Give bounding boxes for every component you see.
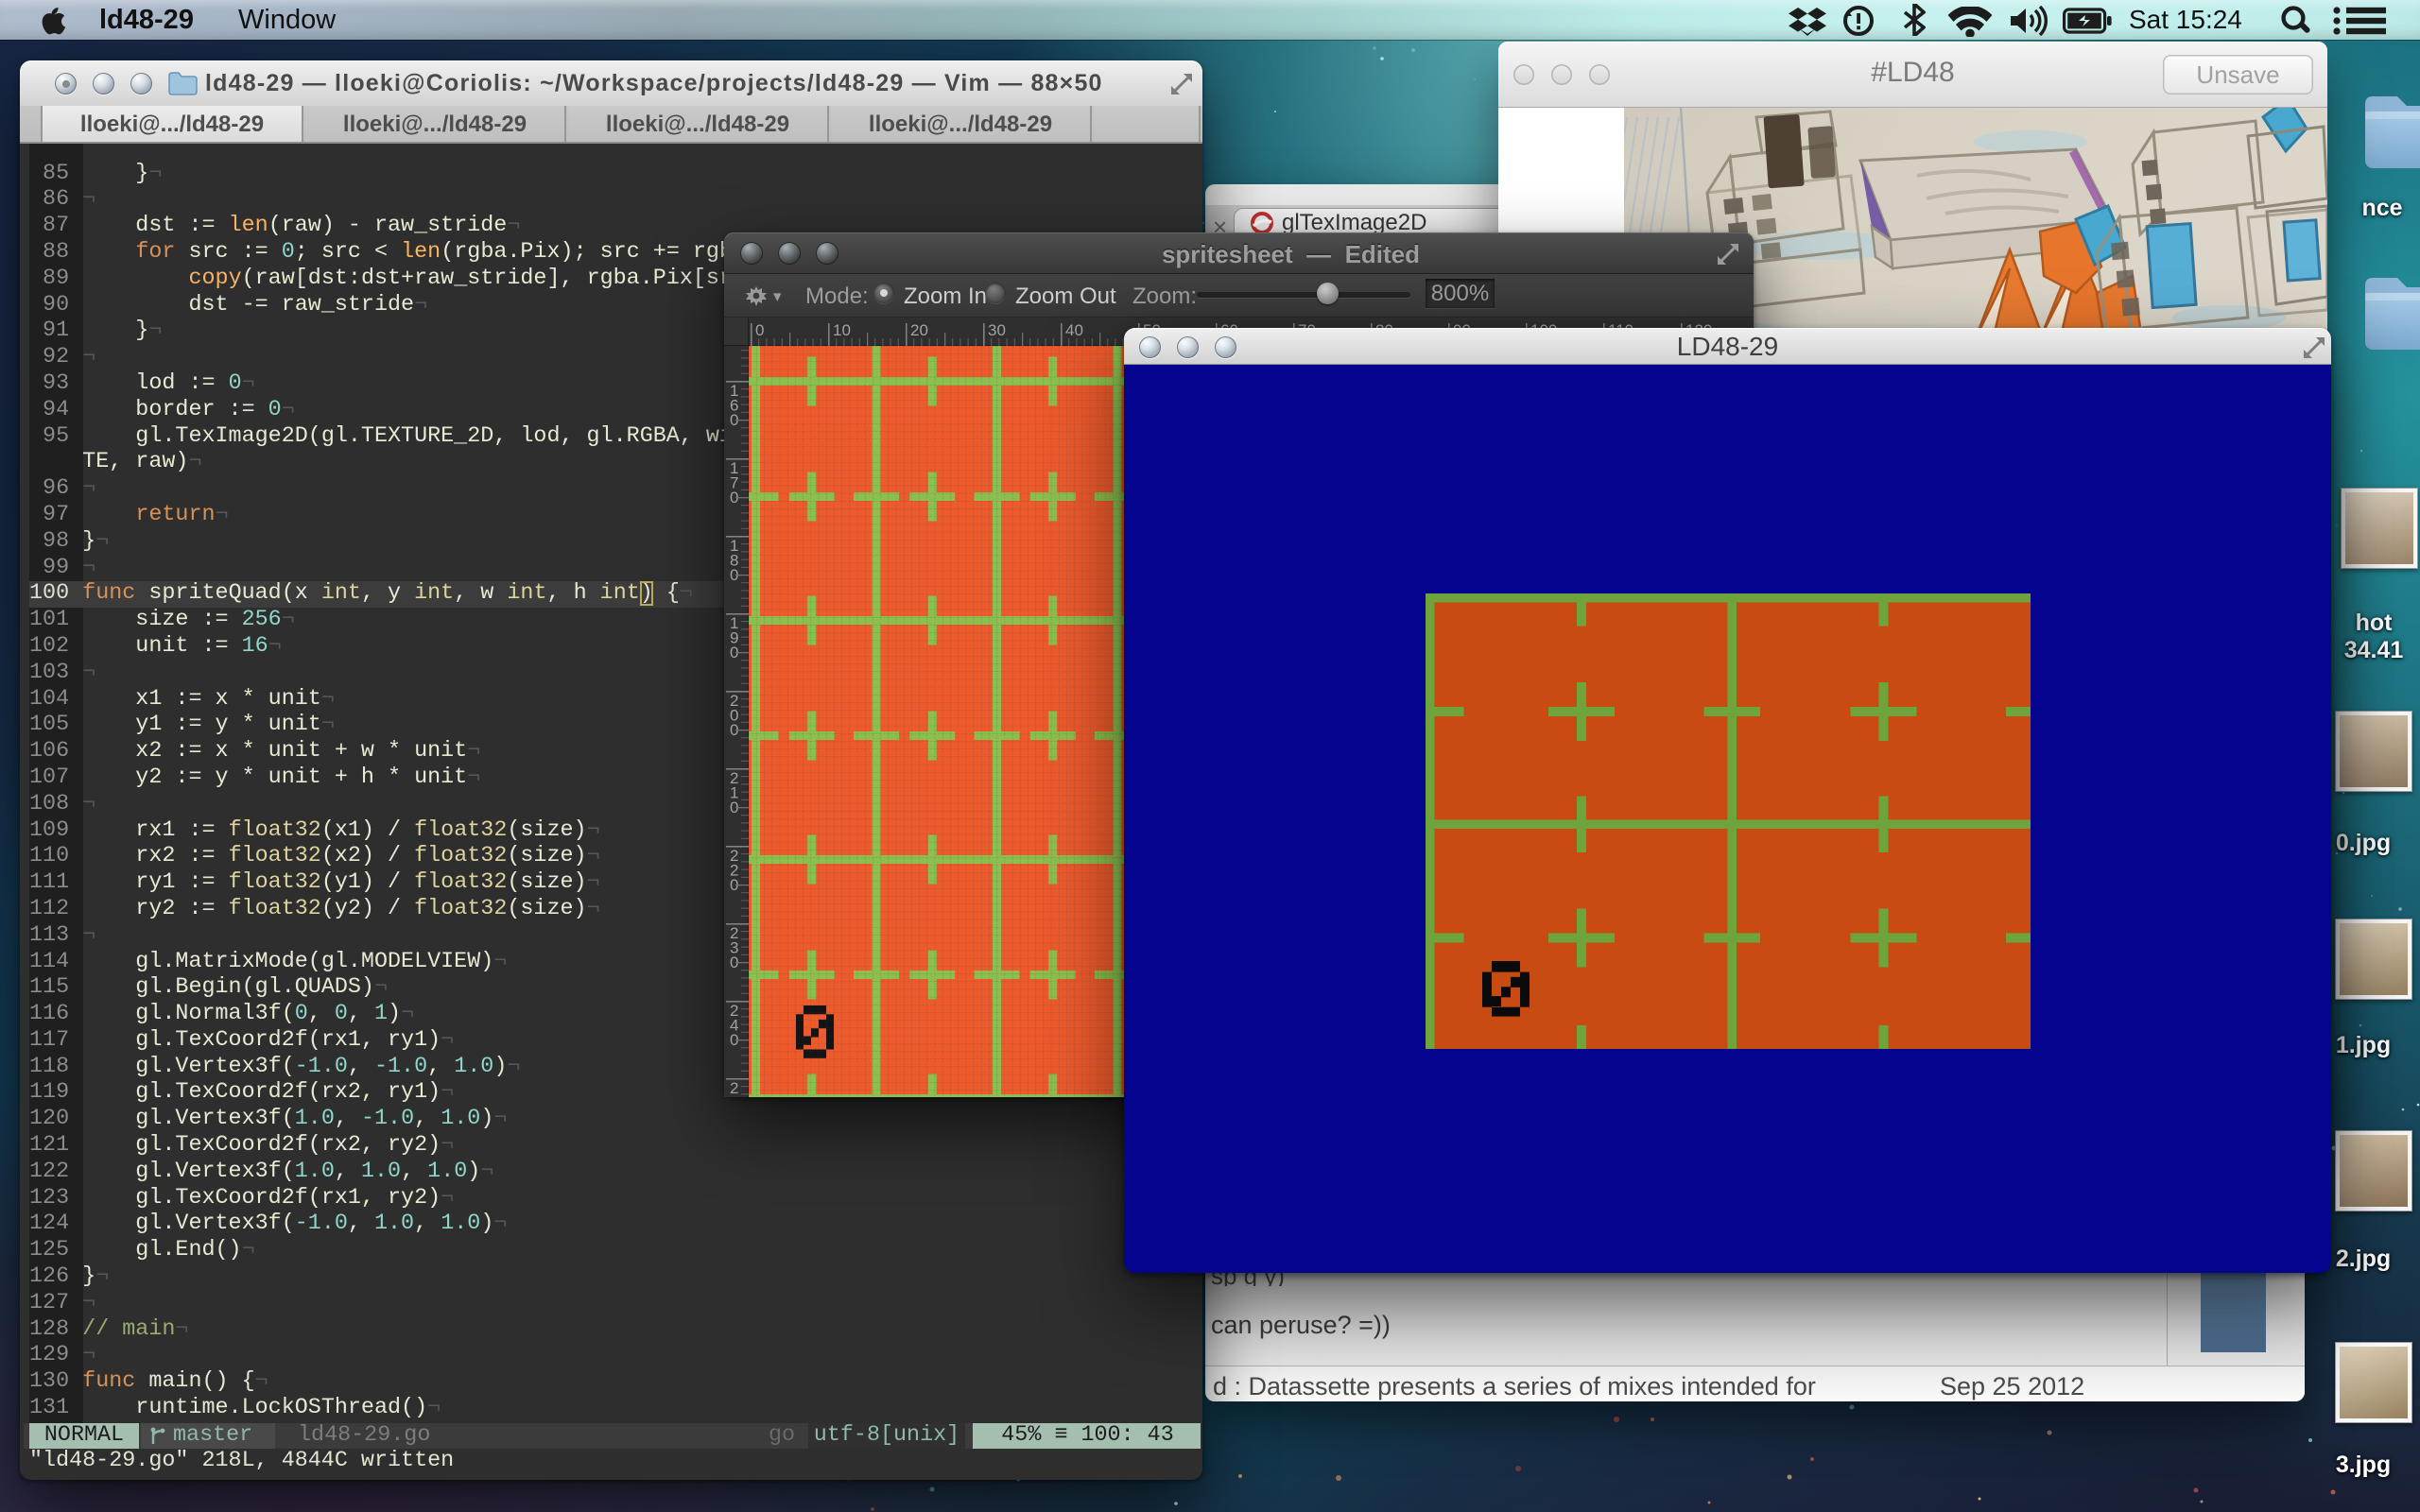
svg-text:0: 0: [755, 321, 764, 339]
svg-text:20: 20: [910, 321, 928, 339]
svg-text:5: 5: [730, 1094, 738, 1098]
svg-text:10: 10: [833, 321, 851, 339]
svg-text:40: 40: [1065, 321, 1083, 339]
svg-text:30: 30: [988, 321, 1006, 339]
